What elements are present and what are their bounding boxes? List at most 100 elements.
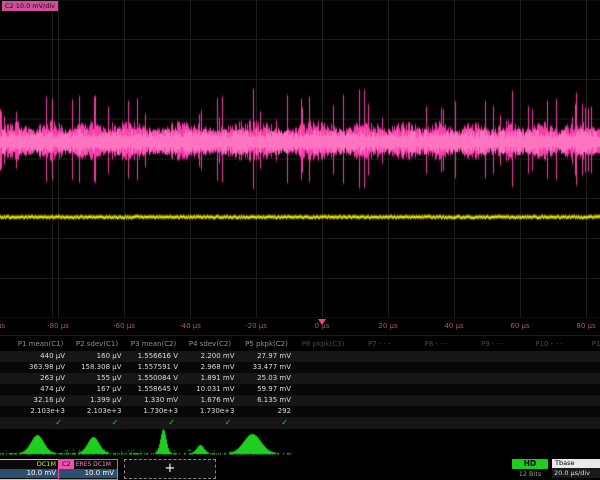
add-trace-button[interactable]: + — [124, 459, 216, 479]
measurement-value: 2.103e+3 — [69, 406, 126, 417]
channel-c2-descriptor[interactable]: C2ERES DC1M 10.0 mV — [58, 459, 118, 480]
measurement-header-8[interactable]: P8 - - - — [408, 338, 465, 351]
measurement-value — [577, 406, 600, 417]
measurement-value: 25.03 mV — [238, 373, 295, 384]
measurement-value — [351, 406, 408, 417]
measurement-value — [351, 362, 408, 373]
measurement-value: 1.550084 V — [125, 373, 182, 384]
measurement-column: P9 - - - — [464, 338, 521, 429]
measurement-value: 1.676 mV — [182, 395, 239, 406]
measurement-value — [408, 406, 465, 417]
measurement-value — [464, 395, 521, 406]
time-tick-label: -100 µs — [0, 322, 5, 330]
measurement-header-11[interactable]: P11 - - - — [577, 338, 600, 351]
measurement-header-6[interactable]: P6 pkpk(C3) — [295, 338, 352, 351]
hd-mode-badge[interactable]: HD — [512, 459, 548, 469]
measurement-value — [577, 362, 600, 373]
measurement-value: 1.730e+3 — [182, 406, 239, 417]
measurement-value — [464, 384, 521, 395]
time-axis: -100 µs-80 µs-60 µs-40 µs-20 µs0 µs20 µs… — [0, 318, 600, 336]
measurement-value — [577, 395, 600, 406]
measurement-value — [295, 395, 352, 406]
measurement-value: 158.308 µV — [69, 362, 126, 373]
measurement-header-1[interactable]: P1 mean(C1) — [12, 338, 69, 351]
measurement-column: P2 sdev(C1)160 µV158.308 µV155 µV167 µV1… — [69, 338, 126, 429]
measurement-header-9[interactable]: P9 - - - — [464, 338, 521, 351]
time-tick-label: -80 µs — [47, 322, 69, 330]
measurement-value: 10.031 mV — [182, 384, 239, 395]
c2-scale-value: 10.0 mV — [59, 469, 117, 478]
measurement-value: 27.97 mV — [238, 351, 295, 362]
measurement-value: 1.557591 V — [125, 362, 182, 373]
measurement-value: 167 µV — [69, 384, 126, 395]
measurement-column: P8 - - - — [408, 338, 465, 429]
measurement-value: 263 µV — [12, 373, 69, 384]
measurement-value — [464, 351, 521, 362]
c2-channel-tag: C2 — [59, 460, 74, 469]
measurement-value — [464, 373, 521, 384]
measurement-value — [521, 351, 578, 362]
measurement-value — [464, 362, 521, 373]
time-tick-label: -20 µs — [245, 322, 267, 330]
measurement-histogram-canvas — [0, 428, 600, 458]
measurement-column: P5 pkpk(C2)27.97 mV33.477 mV25.03 mV59.9… — [238, 338, 295, 429]
c2-mode-coupling-label: ERES DC1M — [74, 461, 111, 468]
measurement-value: 363.98 µV — [12, 362, 69, 373]
waveform-canvas[interactable] — [0, 0, 600, 318]
c1-scale-value: 10.0 mV — [0, 469, 59, 478]
measurement-value — [408, 351, 465, 362]
measurement-value: 2.103e+3 — [12, 406, 69, 417]
c2-descriptor-row: C2ERES DC1M — [59, 460, 117, 469]
measurement-value: 440 µV — [12, 351, 69, 362]
measurement-value: 1.891 mV — [182, 373, 239, 384]
measurement-value: 1.558645 V — [125, 384, 182, 395]
time-tick-label: 20 µs — [378, 322, 397, 330]
measurement-value: 160 µV — [69, 351, 126, 362]
timebase-descriptor[interactable]: Tbase 20.0 µs/div — [552, 459, 600, 478]
time-tick-label: 0 µs — [315, 322, 330, 330]
measurement-value — [351, 351, 408, 362]
measurement-value — [408, 384, 465, 395]
measurement-value: 155 µV — [69, 373, 126, 384]
measurement-value — [408, 362, 465, 373]
measurement-column: P7 - - - — [351, 338, 408, 429]
measurement-value — [577, 384, 600, 395]
measurement-value — [408, 373, 465, 384]
tbase-label: Tbase — [552, 459, 600, 468]
measurement-value — [521, 406, 578, 417]
measurement-column: P3 mean(C2)1.556616 V1.557591 V1.550084 … — [125, 338, 182, 429]
measurement-header-7[interactable]: P7 - - - — [351, 338, 408, 351]
time-tick-label: 80 µs — [576, 322, 595, 330]
measurement-value — [577, 373, 600, 384]
measurement-value — [521, 395, 578, 406]
measurement-value — [577, 351, 600, 362]
measurement-column: P6 pkpk(C3) — [295, 338, 352, 429]
measurement-value: 474 µV — [12, 384, 69, 395]
measurement-value: 32.16 µV — [12, 395, 69, 406]
measurement-value — [295, 362, 352, 373]
measurement-value: 1.330 mV — [125, 395, 182, 406]
measurement-table: P1 mean(C1)440 µV363.98 µV263 µV474 µV32… — [0, 338, 600, 430]
measurement-header-5[interactable]: P5 pkpk(C2) — [238, 338, 295, 351]
measurement-value — [295, 373, 352, 384]
tbase-scale-value: 20.0 µs/div — [552, 468, 600, 478]
time-tick-label: 60 µs — [510, 322, 529, 330]
measurement-value — [464, 406, 521, 417]
measurement-header-10[interactable]: P10 - - - — [521, 338, 578, 351]
measurement-value — [521, 362, 578, 373]
measurement-value: 292 — [238, 406, 295, 417]
measurement-header-2[interactable]: P2 sdev(C1) — [69, 338, 126, 351]
time-tick-label: -40 µs — [179, 322, 201, 330]
measurement-value: 2.200 mV — [182, 351, 239, 362]
measurement-header-3[interactable]: P3 mean(C2) — [125, 338, 182, 351]
measurement-value — [351, 384, 408, 395]
measurement-value — [351, 373, 408, 384]
measurement-value — [351, 395, 408, 406]
measurement-column: P10 - - - — [521, 338, 578, 429]
hd-bits-label: 12 Bits — [508, 470, 552, 478]
channel-c1-descriptor[interactable]: DC1M 10.0 mV — [0, 459, 60, 480]
measurement-value: 1.730e+3 — [125, 406, 182, 417]
measurement-header-4[interactable]: P4 sdev(C2) — [182, 338, 239, 351]
measurement-value: 2.968 mV — [182, 362, 239, 373]
oscilloscope-screen: C2 10.0 mV/div -100 µs-80 µs-60 µs-40 µs… — [0, 0, 600, 480]
